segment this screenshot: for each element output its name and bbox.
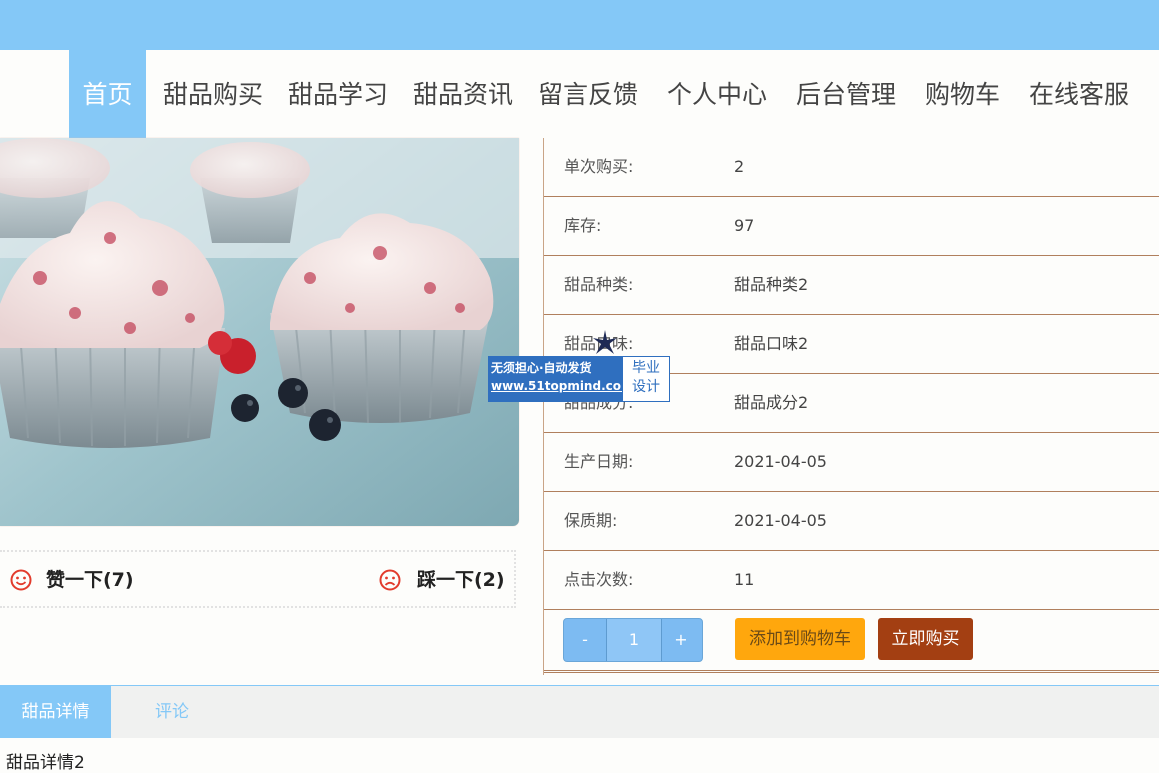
nav-item-admin[interactable]: 后台管理 — [796, 50, 896, 138]
main-nav: 首页 甜品购买 甜品学习 甜品资讯 留言反馈 个人中心 后台管理 购物车 在线客… — [0, 50, 1159, 138]
purchase-row: - 1 + 添加到购物车 立即购买 — [544, 608, 1159, 673]
table-row: 生产日期: 2021-04-05 — [544, 433, 1159, 492]
watermark-badge-top: 毕业 — [632, 360, 660, 376]
top-banner — [0, 0, 1159, 50]
detail-tabs: 甜品详情 评论 — [0, 685, 1159, 738]
watermark-label: 毕业 设计 — [622, 356, 670, 402]
watermark-line2: www.51topmind.com — [491, 379, 634, 393]
table-row: 点击次数: 11 — [544, 551, 1159, 610]
row-value: 2021-04-05 — [734, 511, 827, 530]
smile-icon[interactable] — [10, 569, 32, 591]
decrease-button[interactable]: - — [564, 619, 606, 661]
row-value: 甜品成分2 — [734, 393, 809, 412]
vote-bar: 赞一下(7) 踩一下(2) — [0, 550, 516, 608]
quantity-stepper: - 1 + — [563, 618, 703, 662]
product-image — [0, 138, 519, 526]
nav-item-dessert-news[interactable]: 甜品资讯 — [413, 50, 513, 138]
frown-icon[interactable] — [379, 569, 401, 591]
row-label: 保质期: — [564, 511, 618, 530]
row-value: 甜品口味2 — [734, 334, 809, 353]
row-label: 点击次数: — [564, 570, 634, 589]
row-label: 甜品种类: — [564, 275, 634, 294]
nav-item-cart[interactable]: 购物车 — [925, 50, 1000, 138]
add-to-cart-button[interactable]: 添加到购物车 — [735, 618, 865, 660]
row-value: 甜品种类2 — [734, 275, 809, 294]
table-row: 库存: 97 — [544, 197, 1159, 256]
nav-item-dessert-purchase[interactable]: 甜品购买 — [163, 50, 263, 138]
row-label: 库存: — [564, 216, 602, 235]
tab-content-text: 甜品详情2 — [6, 753, 85, 773]
table-row: 甜品种类: 甜品种类2 — [544, 256, 1159, 315]
watermark-text: 无须担心·自动发货 www.51topmind.com — [488, 356, 634, 402]
watermark-line1: 无须担心·自动发货 — [491, 361, 592, 375]
row-label: 生产日期: — [564, 452, 634, 471]
nav-item-home[interactable]: 首页 — [69, 50, 146, 138]
nav-item-customer-service[interactable]: 在线客服 — [1029, 50, 1129, 138]
nav-item-dessert-learning[interactable]: 甜品学习 — [288, 50, 388, 138]
row-label: 单次购买: — [564, 157, 634, 176]
table-row: 保质期: 2021-04-05 — [544, 492, 1159, 551]
row-value: 97 — [734, 216, 755, 235]
row-value: 2021-04-05 — [734, 452, 827, 471]
like-button[interactable]: 赞一下(7) — [46, 552, 134, 606]
tab-details[interactable]: 甜品详情 — [0, 686, 111, 738]
watermark-badge-bottom: 设计 — [632, 379, 660, 395]
nav-item-personal-center[interactable]: 个人中心 — [667, 50, 767, 138]
tab-comments[interactable]: 评论 — [155, 686, 189, 738]
nav-item-feedback[interactable]: 留言反馈 — [538, 50, 638, 138]
increase-button[interactable]: + — [660, 619, 702, 661]
dislike-button[interactable]: 踩一下(2) — [417, 552, 505, 606]
product-detail-table: 单次购买: 2 库存: 97 甜品种类: 甜品种类2 甜品口味: 甜品口味2 甜… — [543, 138, 1159, 675]
sparkle-icon — [593, 330, 617, 354]
buy-now-button[interactable]: 立即购买 — [878, 618, 973, 660]
quantity-input[interactable]: 1 — [606, 619, 662, 661]
row-value: 2 — [734, 157, 745, 176]
row-value: 11 — [734, 570, 755, 589]
table-row: 单次购买: 2 — [544, 138, 1159, 197]
